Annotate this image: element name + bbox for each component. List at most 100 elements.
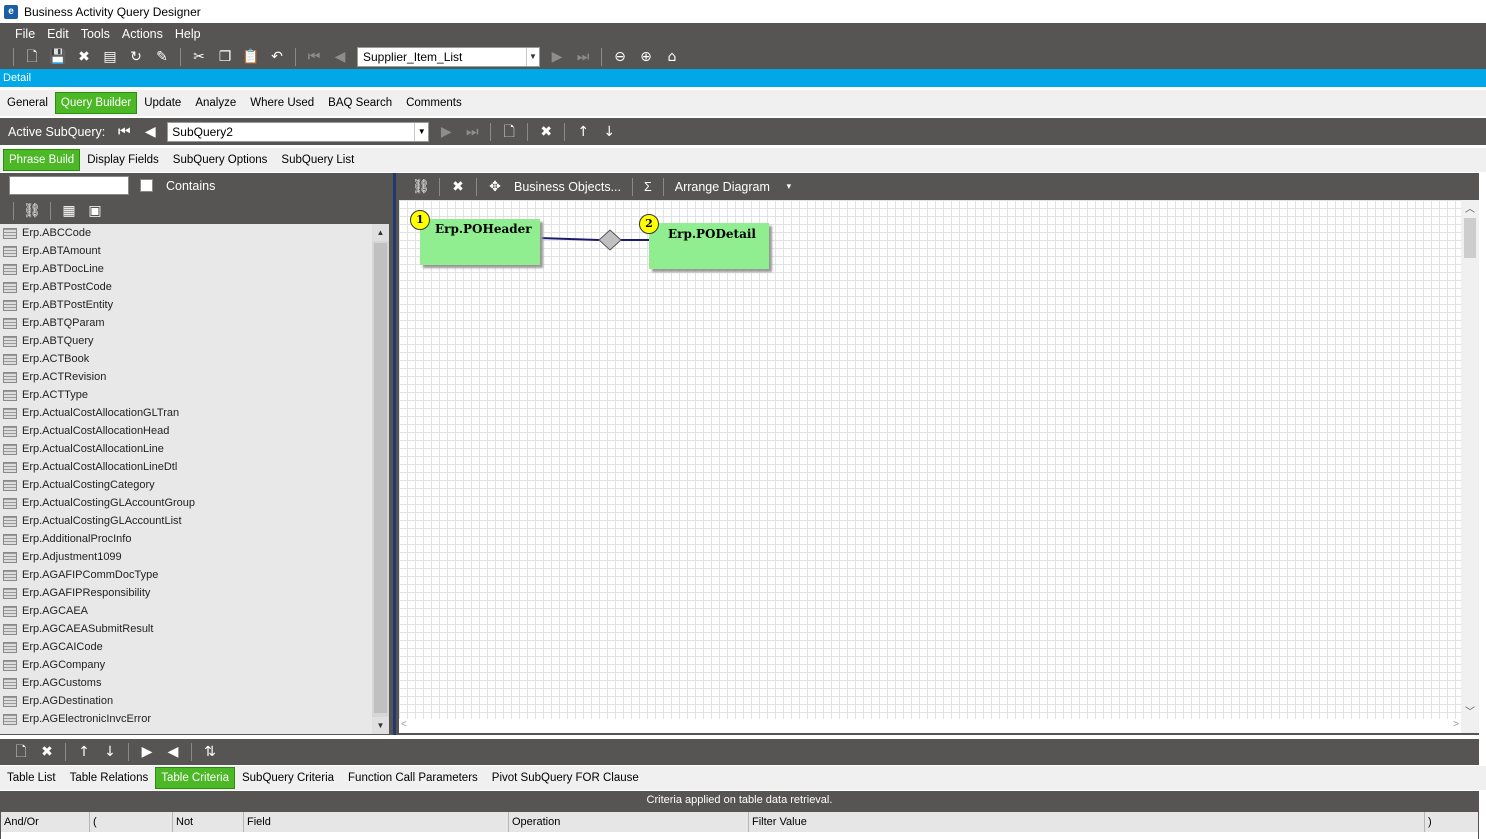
table-list-item[interactable]: Erp.ActualCostAllocationHead bbox=[0, 422, 389, 440]
delete-icon[interactable]: ✖ bbox=[74, 47, 94, 67]
first-record-icon[interactable]: ⏮ bbox=[304, 47, 324, 67]
scroll-up-icon[interactable]: ▲ bbox=[372, 224, 389, 241]
clipboard-icon[interactable]: ▤ bbox=[100, 47, 120, 67]
table-list-item[interactable]: Erp.Adjustment1099 bbox=[0, 548, 389, 566]
forward-icon[interactable]: ⊕ bbox=[636, 47, 656, 67]
column-header[interactable]: Field bbox=[244, 812, 509, 832]
table-list-item[interactable]: Erp.ACTType bbox=[0, 386, 389, 404]
table-list-item[interactable]: Erp.ActualCostAllocationLine bbox=[0, 440, 389, 458]
scroll-thumb[interactable] bbox=[374, 243, 387, 713]
tab-update[interactable]: Update bbox=[137, 92, 188, 114]
tab-baq-search[interactable]: BAQ Search bbox=[321, 92, 399, 114]
table-list-item[interactable]: Erp.ActualCostingGLAccountGroup bbox=[0, 494, 389, 512]
tab-subquery-options[interactable]: SubQuery Options bbox=[166, 149, 275, 171]
table-list-item[interactable]: Erp.ActualCostAllocationLineDtl bbox=[0, 458, 389, 476]
scroll-right-icon[interactable]: > bbox=[1453, 719, 1459, 730]
table-list-item[interactable]: Erp.ABTPostCode bbox=[0, 278, 389, 296]
column-header[interactable]: And/Or bbox=[1, 812, 90, 832]
copy-icon[interactable]: ❐ bbox=[215, 47, 235, 67]
contains-checkbox[interactable] bbox=[140, 179, 153, 192]
scroll-left-icon[interactable]: < bbox=[401, 719, 407, 730]
table-list-item[interactable]: Erp.AGCompany bbox=[0, 656, 389, 674]
sort-icon[interactable]: ⇅ bbox=[200, 742, 220, 762]
table-list-item[interactable]: Erp.AGCAICode bbox=[0, 638, 389, 656]
next-subquery-icon[interactable]: ▶ bbox=[436, 122, 456, 142]
move-up-icon[interactable]: ↑ bbox=[74, 742, 94, 762]
table-list-item[interactable]: Erp.ACTBook bbox=[0, 350, 389, 368]
table-box-podetail[interactable]: Erp.PODetail bbox=[649, 223, 769, 269]
column-header[interactable]: ) bbox=[1425, 812, 1478, 832]
indent-left-icon[interactable]: ◀ bbox=[163, 742, 183, 762]
tab-display-fields[interactable]: Display Fields bbox=[80, 149, 166, 171]
tab-table-criteria[interactable]: Table Criteria bbox=[155, 767, 235, 789]
tab-general[interactable]: General bbox=[0, 92, 55, 114]
previous-subquery-icon[interactable]: ◀ bbox=[140, 122, 160, 142]
tab-phrase-build[interactable]: Phrase Build bbox=[3, 149, 81, 171]
table-list-item[interactable]: Erp.ActualCostingGLAccountList bbox=[0, 512, 389, 530]
home-icon[interactable]: ⌂ bbox=[662, 47, 682, 67]
tab-pivot-subquery-for-clause[interactable]: Pivot SubQuery FOR Clause bbox=[485, 767, 646, 789]
tab-subquery-list[interactable]: SubQuery List bbox=[274, 149, 361, 171]
tab-where-used[interactable]: Where Used bbox=[243, 92, 321, 114]
column-header[interactable]: Operation bbox=[509, 812, 749, 832]
grid-icon[interactable]: ▦ bbox=[59, 201, 79, 221]
table-search-input[interactable] bbox=[9, 176, 129, 195]
paste-icon[interactable]: 📋 bbox=[241, 47, 261, 67]
chevron-down-icon[interactable]: ▼ bbox=[414, 122, 428, 141]
business-objects-icon[interactable]: ✥ bbox=[485, 177, 505, 197]
delete-criteria-icon[interactable]: ✖ bbox=[37, 742, 57, 762]
new-icon[interactable]: 🗋 bbox=[22, 47, 42, 67]
delete-subquery-icon[interactable]: ✖ bbox=[536, 122, 556, 142]
new-criteria-icon[interactable]: 🗋 bbox=[11, 742, 31, 762]
table-list-item[interactable]: Erp.ABTAmount bbox=[0, 242, 389, 260]
undo-icon[interactable]: ↶ bbox=[267, 47, 287, 67]
table-list-item[interactable]: Erp.AGCAEASubmitResult bbox=[0, 620, 389, 638]
table-list-item[interactable]: Erp.ActualCostAllocationGLTran bbox=[0, 404, 389, 422]
scroll-up-icon[interactable]: ︿ bbox=[1461, 200, 1479, 216]
join-diamond-icon[interactable] bbox=[598, 229, 622, 251]
chevron-down-icon[interactable]: ▾ bbox=[779, 177, 799, 197]
tab-query-builder[interactable]: Query Builder bbox=[54, 92, 138, 114]
last-subquery-icon[interactable]: ⏭ bbox=[462, 122, 482, 142]
chevron-down-icon[interactable]: ▼ bbox=[526, 47, 539, 66]
business-objects-button[interactable]: Business Objects... bbox=[514, 180, 621, 194]
table-list-item[interactable]: Erp.ActualCostingCategory bbox=[0, 476, 389, 494]
arrange-diagram-button[interactable]: Arrange Diagram bbox=[675, 180, 770, 194]
menu-help[interactable]: Help bbox=[175, 27, 201, 41]
last-record-icon[interactable]: ⏭ bbox=[573, 47, 593, 67]
cut-icon[interactable]: ✂ bbox=[189, 47, 209, 67]
column-header[interactable]: Filter Value bbox=[749, 812, 1425, 832]
table-list-item[interactable]: Erp.AGCustoms bbox=[0, 674, 389, 692]
save-icon[interactable]: 💾 bbox=[48, 47, 68, 67]
refresh-icon[interactable]: ↻ bbox=[126, 47, 146, 67]
tab-comments[interactable]: Comments bbox=[399, 92, 469, 114]
tab-table-relations[interactable]: Table Relations bbox=[63, 767, 156, 789]
table-list-item[interactable]: Erp.ABTDocLine bbox=[0, 260, 389, 278]
column-header[interactable]: ( bbox=[90, 812, 173, 832]
tab-table-list[interactable]: Table List bbox=[0, 767, 63, 789]
table-list-item[interactable]: Erp.AGElectronicInvcError bbox=[0, 710, 389, 728]
table-list-item[interactable]: Erp.AGCAEA bbox=[0, 602, 389, 620]
table-list-item[interactable]: Erp.AGAFIPResponsibility bbox=[0, 584, 389, 602]
query-select[interactable]: Supplier_Item_List ▼ bbox=[357, 46, 540, 67]
back-icon[interactable]: ⊖ bbox=[610, 47, 630, 67]
move-down-icon[interactable]: ↓ bbox=[100, 742, 120, 762]
delete-icon[interactable]: ✖ bbox=[448, 177, 468, 197]
table-list-item[interactable]: Erp.ABTQuery bbox=[0, 332, 389, 350]
table-list-scrollbar[interactable]: ▲ ▼ bbox=[372, 224, 389, 734]
indent-right-icon[interactable]: ▶ bbox=[137, 742, 157, 762]
table-list-item[interactable]: Erp.ACTRevision bbox=[0, 368, 389, 386]
previous-record-icon[interactable]: ◀ bbox=[330, 47, 350, 67]
menu-tools[interactable]: Tools bbox=[81, 27, 110, 41]
diagram-canvas[interactable]: Erp.POHeader 1 Erp.PODetail 2 ︿ ﹀ < > bbox=[399, 200, 1479, 733]
link-icon[interactable]: ⛓ bbox=[22, 201, 42, 221]
column-header[interactable]: Not bbox=[173, 812, 244, 832]
scroll-thumb[interactable] bbox=[1464, 218, 1476, 258]
tab-function-call-parameters[interactable]: Function Call Parameters bbox=[341, 767, 485, 789]
table-list-item[interactable]: Erp.AdditionalProcInfo bbox=[0, 530, 389, 548]
menu-edit[interactable]: Edit bbox=[47, 27, 69, 41]
diagram-vertical-scrollbar[interactable]: ︿ ﹀ bbox=[1461, 200, 1479, 733]
sigma-button[interactable]: Σ bbox=[644, 180, 652, 194]
scroll-down-icon[interactable]: ﹀ bbox=[1461, 703, 1479, 719]
menu-actions[interactable]: Actions bbox=[122, 27, 163, 41]
